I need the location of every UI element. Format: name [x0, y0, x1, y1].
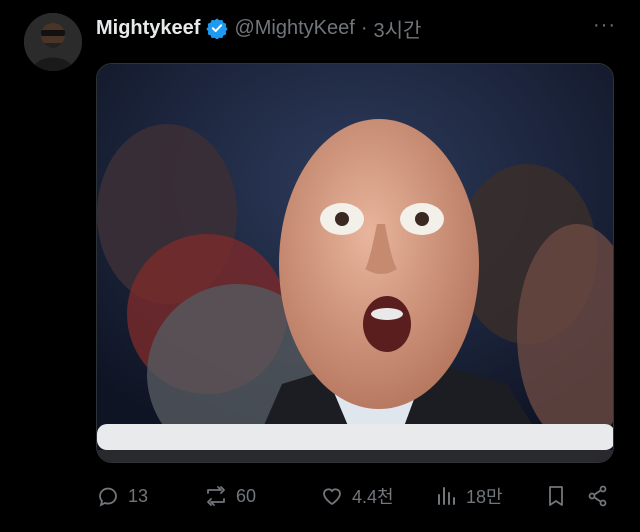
timestamp[interactable]: 3시간 — [374, 14, 422, 43]
separator: · — [360, 16, 368, 39]
view-count: 18만 — [466, 487, 503, 507]
reply-count: 13 — [128, 485, 149, 506]
more-options-button[interactable]: ··· — [593, 14, 616, 37]
like-count: 4.4천 — [352, 487, 394, 507]
verified-badge-icon — [206, 18, 229, 39]
share-button[interactable] — [586, 484, 610, 508]
tweet-header: Mightykeef @MightyKeef · 3시간 — [96, 14, 421, 42]
avatar[interactable] — [24, 13, 82, 71]
repost-button[interactable]: 60 — [204, 484, 256, 508]
bookmark-button[interactable] — [544, 484, 568, 508]
repost-icon — [207, 486, 225, 506]
share-icon — [588, 485, 607, 507]
reply-icon — [99, 487, 117, 507]
heart-icon — [323, 488, 341, 506]
bookmark-icon — [549, 486, 563, 506]
media-illustration — [97, 64, 613, 462]
tweet-actions: 13 60 4.4천 18만 — [96, 482, 616, 510]
views-button[interactable]: 18만 — [434, 483, 503, 509]
analytics-icon — [438, 487, 455, 505]
like-button[interactable]: 4.4천 — [320, 483, 394, 509]
handle[interactable]: @MightyKeef — [234, 17, 354, 40]
display-name[interactable]: Mightykeef — [96, 17, 200, 40]
repost-count: 60 — [236, 485, 257, 506]
tweet-media-image[interactable] — [96, 63, 614, 463]
reply-button[interactable]: 13 — [96, 484, 148, 508]
